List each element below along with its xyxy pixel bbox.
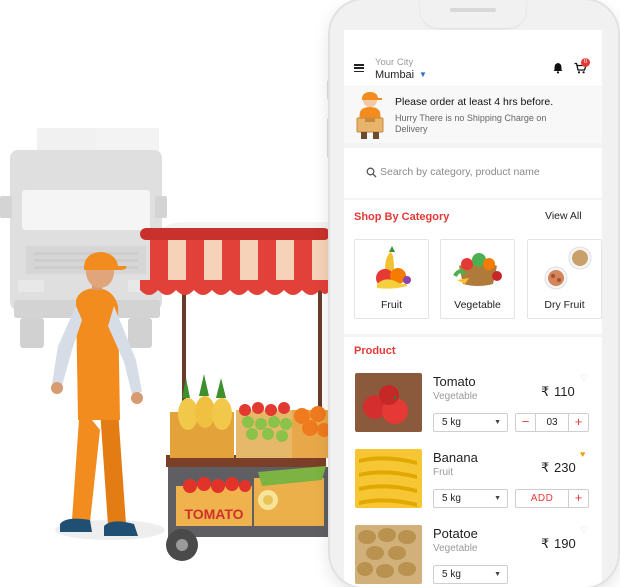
crate-oranges: [292, 406, 331, 458]
phone-frame: Your City Mumbai ▼ 0 Please order at lea…: [330, 0, 618, 587]
chevron-down-icon: ▼: [494, 495, 501, 502]
search-icon: [366, 167, 377, 178]
crate-apples: [236, 402, 292, 458]
vendor-illustration: TOMATO: [0, 128, 331, 561]
heart-icon[interactable]: ♡: [580, 525, 588, 536]
increase-quantity-button[interactable]: +: [568, 490, 588, 507]
currency-symbol: ₹: [541, 536, 550, 551]
unit-value: 5 kg: [442, 417, 461, 428]
dry-fruit-bowls-icon: [544, 246, 592, 290]
currency-symbol: ₹: [541, 384, 550, 399]
quantity-value: 03: [546, 417, 558, 428]
chevron-down-icon: ▼: [494, 571, 501, 578]
decrease-quantity-button[interactable]: −: [516, 414, 536, 431]
unit-dropdown[interactable]: 5 kg ▼: [433, 489, 508, 508]
quantity-stepper: − 03 +: [515, 413, 589, 432]
product-name: Potatoe: [433, 526, 478, 541]
unit-value: 5 kg: [442, 569, 461, 580]
category-tile-fruit[interactable]: Fruit: [354, 239, 429, 319]
add-to-cart-control: ADD +: [515, 489, 589, 508]
unit-dropdown[interactable]: 5 kg ▼: [433, 413, 508, 432]
city-selector[interactable]: Mumbai: [375, 69, 414, 81]
category-section: Shop By Category View All Fruit Vegetabl…: [344, 200, 602, 334]
crate-label: TOMATO: [184, 506, 243, 522]
crate-melon: [254, 466, 326, 526]
product-name: Banana: [433, 450, 478, 465]
banana-image: [355, 449, 422, 508]
tomato-image: [355, 373, 422, 432]
search-bar: [344, 148, 602, 198]
add-button[interactable]: ADD: [516, 490, 568, 507]
category-label: Vegetable: [454, 299, 501, 311]
bell-icon[interactable]: [552, 62, 564, 74]
city-label: Your City: [375, 57, 414, 68]
potato-image: [355, 525, 422, 584]
heart-icon[interactable]: ♡: [580, 373, 588, 384]
product-section-title: Product: [354, 345, 396, 357]
phone-notch: [420, 0, 526, 28]
cart-count-badge: 0: [581, 58, 590, 67]
notice-subtitle: Hurry There is no Shipping Charge on Del…: [395, 113, 547, 134]
product-category: Vegetable: [433, 391, 478, 402]
currency-symbol: ₹: [541, 460, 550, 475]
delivery-man-icon: [356, 92, 384, 139]
product-name: Tomato: [433, 374, 476, 389]
unit-dropdown[interactable]: 5 kg ▼: [433, 565, 508, 584]
app-screen: Your City Mumbai ▼ 0 Please order at lea…: [344, 30, 602, 587]
fruit-basket-icon: [376, 246, 411, 289]
increase-quantity-button[interactable]: +: [568, 414, 588, 431]
category-section-title: Shop By Category: [354, 211, 450, 223]
search-input[interactable]: [380, 162, 590, 182]
delivery-notice: Please order at least 4 hrs before. Hurr…: [344, 87, 602, 143]
product-item-potatoe[interactable]: Potatoe Vegetable ♡ ₹ 190 5 kg ▼: [344, 525, 602, 587]
product-price: 190: [554, 536, 576, 551]
product-section: Product Tomato Vegetable ♡ ₹ 110 5 kg ▼: [344, 337, 602, 587]
product-price: 230: [554, 460, 576, 475]
app-header: Your City Mumbai ▼ 0: [344, 30, 602, 86]
product-category: Fruit: [433, 467, 453, 478]
view-all-link[interactable]: View All: [545, 210, 582, 222]
notice-title: Please order at least 4 hrs before.: [395, 96, 554, 108]
chevron-down-icon: ▼: [494, 419, 501, 426]
product-item-banana[interactable]: Banana Fruit ♥ ₹ 230 5 kg ▼ ADD +: [344, 449, 602, 525]
product-price: 110: [554, 384, 575, 399]
vegetable-basket-icon: [453, 253, 502, 286]
cart-awning: [140, 222, 330, 295]
heart-filled-icon[interactable]: ♥: [580, 449, 585, 459]
category-label: Dry Fruit: [544, 299, 585, 311]
product-item-tomato[interactable]: Tomato Vegetable ♡ ₹ 110 5 kg ▼ − 03 +: [344, 373, 602, 449]
category-label: Fruit: [381, 299, 402, 311]
crate-pineapple: [170, 374, 234, 458]
unit-value: 5 kg: [442, 493, 461, 504]
hamburger-menu-icon[interactable]: [354, 64, 364, 72]
chevron-down-icon[interactable]: ▼: [419, 70, 427, 79]
crate-tomato: TOMATO: [176, 477, 252, 526]
category-tile-vegetable[interactable]: Vegetable: [440, 239, 515, 319]
phone-speaker: [450, 8, 496, 12]
category-tile-dry-fruit[interactable]: Dry Fruit: [527, 239, 602, 319]
product-category: Vegetable: [433, 543, 478, 554]
